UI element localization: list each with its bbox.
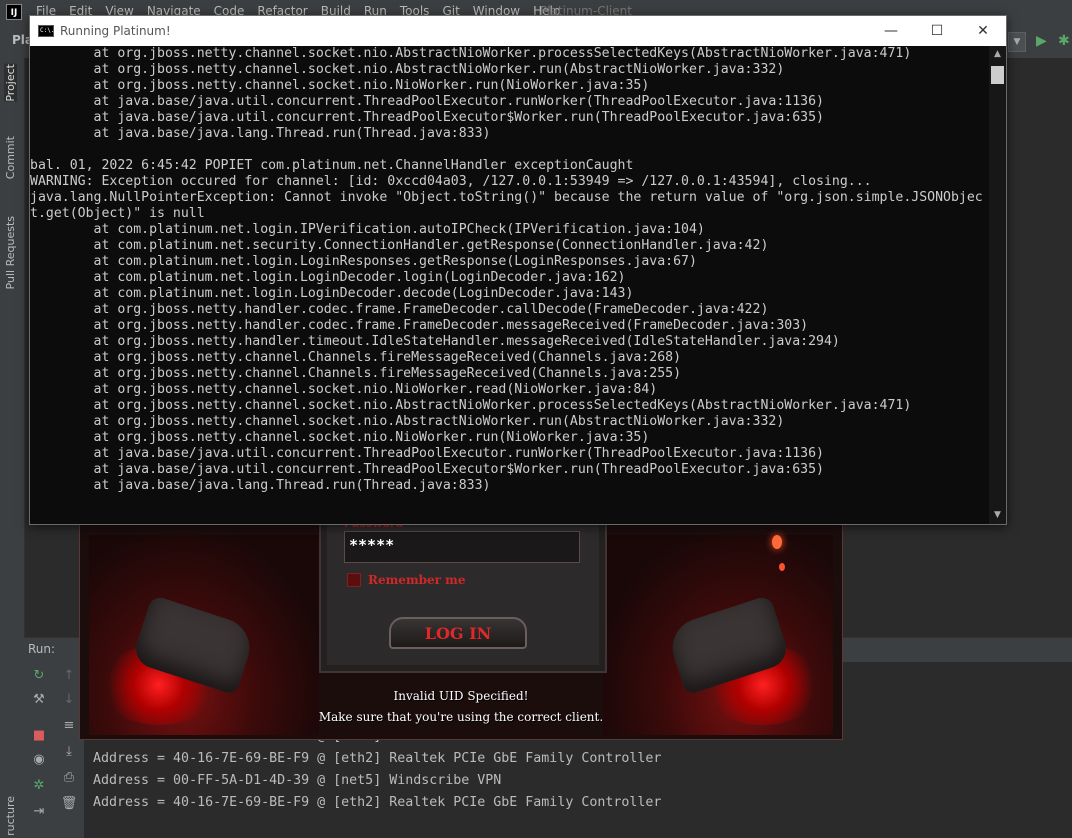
console-log-line: at org.jboss.netty.channel.socket.nio.Ab… bbox=[30, 62, 785, 77]
console-log-line: at java.base/java.lang.Thread.run(Thread… bbox=[30, 478, 491, 493]
console-window-title: Running Platinum! bbox=[60, 24, 171, 38]
run-config-dropdown[interactable]: ▼ bbox=[1008, 32, 1026, 52]
console-log-line: at org.jboss.netty.channel.socket.nio.Ab… bbox=[30, 414, 785, 429]
arrow-down-icon[interactable]: ↓ bbox=[60, 691, 78, 709]
debug-icon[interactable]: ✱ bbox=[1058, 33, 1070, 49]
console-log-line: at org.jboss.netty.channel.Channels.fire… bbox=[30, 366, 682, 381]
tab-commit[interactable]: Commit bbox=[4, 136, 17, 179]
rerun-icon[interactable]: ↻ bbox=[30, 667, 48, 685]
console-log-line: at com.platinum.net.login.LoginDecoder.l… bbox=[30, 270, 626, 285]
console-log-line: at org.jboss.netty.channel.socket.nio.Ni… bbox=[30, 382, 658, 397]
console-body[interactable]: at org.jboss.netty.channel.socket.nio.Ab… bbox=[30, 46, 990, 524]
console-log-line: at java.base/java.util.concurrent.Thread… bbox=[30, 94, 824, 109]
console-log-line: t.get(Object)" is null bbox=[30, 206, 205, 221]
console-log-line: at java.base/java.lang.Thread.run(Thread… bbox=[30, 126, 491, 141]
console-log-line: at org.jboss.netty.channel.socket.nio.Ab… bbox=[30, 46, 912, 61]
scroll-thumb[interactable] bbox=[991, 66, 1004, 84]
console-log-line: bal. 01, 2022 6:45:42 POPIET com.platinu… bbox=[30, 158, 634, 173]
run-icon[interactable]: ▶ bbox=[1036, 33, 1047, 49]
console-log-line: at org.jboss.netty.channel.socket.nio.Ni… bbox=[30, 78, 650, 93]
scroll-down-icon[interactable]: ▼ bbox=[989, 507, 1006, 524]
console-log-line: at java.base/java.util.concurrent.Thread… bbox=[30, 446, 824, 461]
console-line: Address = 40-16-7E-69-BE-F9 @ [eth2] Rea… bbox=[93, 795, 662, 810]
console-log-line: at com.platinum.net.security.ConnectionH… bbox=[30, 238, 769, 253]
console-log-line: at org.jboss.netty.handler.codec.frame.F… bbox=[30, 318, 809, 333]
console-line: Address = 40-16-7E-69-BE-F9 @ [eth2] Rea… bbox=[93, 751, 662, 766]
console-log-line: java.lang.NullPointerException: Cannot i… bbox=[30, 190, 983, 205]
console-line: Address = 00-FF-5A-D1-4D-39 @ [net5] Win… bbox=[93, 773, 502, 788]
console-log-line: at java.base/java.util.concurrent.Thread… bbox=[30, 462, 824, 477]
tab-project[interactable]: Project bbox=[4, 64, 17, 102]
scroll-up-icon[interactable]: ▲ bbox=[989, 46, 1006, 63]
chevron-down-icon: ▼ bbox=[1013, 37, 1021, 47]
intellij-logo-icon: IJ bbox=[6, 4, 22, 20]
console-log-line: at com.platinum.net.login.LoginResponses… bbox=[30, 254, 697, 269]
console-log-line: at org.jboss.netty.handler.codec.frame.F… bbox=[30, 302, 769, 317]
scroll-to-end-icon[interactable]: ⤓ bbox=[60, 743, 78, 761]
stop-icon[interactable]: ■ bbox=[30, 727, 48, 745]
console-log-line: at org.jboss.netty.handler.timeout.IdleS… bbox=[30, 334, 840, 349]
print-icon[interactable]: ⎙ bbox=[60, 769, 78, 787]
maximize-button[interactable]: ☐ bbox=[914, 16, 960, 46]
run-panel-label: Run: bbox=[28, 642, 56, 656]
game-client-window: Password ***** Remember me LOG IN Invali… bbox=[79, 505, 843, 740]
console-log-line: at com.platinum.net.login.IPVerification… bbox=[30, 222, 705, 237]
console-scrollbar[interactable]: ▲ ▼ bbox=[989, 46, 1006, 524]
console-log-line bbox=[30, 142, 990, 158]
console-titlebar[interactable]: C:\. Running Platinum! — ☐ ✕ bbox=[30, 16, 1006, 46]
console-log-line: at org.jboss.netty.channel.socket.nio.Ab… bbox=[30, 398, 912, 413]
console-app-icon: C:\. bbox=[38, 25, 54, 37]
console-log-line: at org.jboss.netty.channel.socket.nio.Ni… bbox=[30, 430, 650, 445]
run-toolbar: ↻ ⚒ ■ ◉ ✲ ⇥ bbox=[24, 661, 55, 838]
console-log-line: WARNING: Exception occured for channel: … bbox=[30, 174, 872, 189]
debug-bug-icon[interactable]: ✲ bbox=[30, 777, 48, 795]
camera-icon[interactable]: ◉ bbox=[30, 751, 48, 769]
console-log-line: at com.platinum.net.login.LoginDecoder.d… bbox=[30, 286, 634, 301]
console-text: at org.jboss.netty.channel.socket.nio.Ab… bbox=[30, 46, 990, 494]
minimize-button[interactable]: — bbox=[868, 16, 914, 46]
game-window-border bbox=[79, 505, 843, 740]
left-tool-strip: Project Commit Pull Requests ructure bbox=[0, 58, 25, 838]
wrench-icon[interactable]: ⚒ bbox=[30, 691, 48, 709]
tab-structure[interactable]: ructure bbox=[4, 796, 17, 836]
trash-icon[interactable]: 🗑 bbox=[60, 795, 78, 813]
close-button[interactable]: ✕ bbox=[960, 16, 1006, 46]
console-log-line: at java.base/java.util.concurrent.Thread… bbox=[30, 110, 824, 125]
exit-icon[interactable]: ⇥ bbox=[30, 803, 48, 821]
arrow-up-icon[interactable]: ↑ bbox=[60, 667, 78, 685]
soft-wrap-icon[interactable]: ≡ bbox=[60, 717, 78, 735]
tab-pull-requests[interactable]: Pull Requests bbox=[4, 216, 17, 289]
console-log-line: at org.jboss.netty.channel.Channels.fire… bbox=[30, 350, 682, 365]
console-window: C:\. Running Platinum! — ☐ ✕ at org.jbos… bbox=[29, 15, 1007, 525]
